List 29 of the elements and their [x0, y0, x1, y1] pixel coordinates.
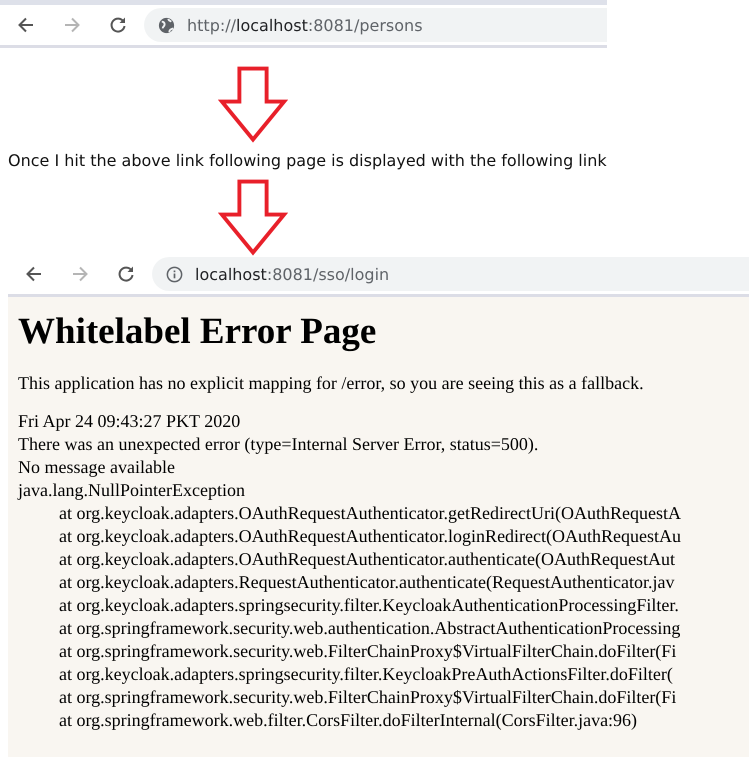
page-heading: Whitelabel Error Page: [18, 310, 378, 354]
down-arrow-icon: [218, 179, 288, 256]
stack-trace-line: at org.keycloak.adapters.OAuthRequestAuthenticator.loginRedirect(OAuthRequestAu: [59, 526, 682, 546]
error-line: No message available: [18, 457, 175, 477]
reload-icon[interactable]: [108, 15, 128, 35]
globe-icon: [157, 16, 176, 34]
back-icon[interactable]: [24, 264, 44, 284]
stack-trace-line: at org.springframework.security.web.FilterChainProxy$VirtualFilterChain.doFilter(Fi: [59, 641, 676, 661]
stack-trace-line: at org.springframework.web.filter.CorsFilter.doFilterInternal(CorsFilter.java:96): [59, 710, 638, 730]
reload-icon[interactable]: [116, 264, 136, 284]
stack-trace-line: at org.keycloak.adapters.OAuthRequestAuthenticator.getRedirectUri(OAuthRequestA: [59, 503, 681, 523]
stack-trace-line: at org.keycloak.adapters.OAuthRequestAuthenticator.authenticate(OAuthRequestAut: [59, 549, 675, 569]
address-bar[interactable]: http://localhost:8081/persons: [144, 8, 607, 42]
error-message: This application has no explicit mapping for /error, so you are seeing this as a fallback.: [18, 373, 645, 394]
address-bar[interactable]: localhost:8081/sso/login: [152, 257, 749, 291]
error-line: java.lang.NullPointerException: [18, 480, 245, 500]
info-icon: [165, 264, 184, 284]
down-arrow-icon: [218, 66, 288, 143]
url-text: localhost:8081/sso/login: [195, 264, 390, 284]
stack-trace-line: at org.keycloak.adapters.RequestAuthenticator.authenticate(RequestAuthenticator.jav: [59, 572, 674, 592]
caption-text: Once I hit the above link following page is displayed with the following link: [7, 150, 608, 171]
back-icon[interactable]: [16, 15, 36, 35]
stack-trace-line: at org.keycloak.adapters.springsecurity.filter.KeycloakAuthenticationProcessingFilter.: [59, 595, 679, 615]
error-line: There was an unexpected error (type=Internal Server Error, status=500).: [18, 434, 538, 454]
stack-trace-line: at org.springframework.security.web.authentication.AbstractAuthenticationProcessing: [59, 618, 680, 638]
url-text: http://localhost:8081/persons: [187, 16, 423, 34]
stack-trace-line: at org.keycloak.adapters.springsecurity.filter.KeycloakPreAuthActionsFilter.doFilter(: [59, 664, 673, 684]
error-line: Fri Apr 24 09:43:27 PKT 2020: [18, 411, 240, 431]
stack-trace-line: at org.springframework.security.web.FilterChainProxy$VirtualFilterChain.doFilter(Fi: [59, 687, 676, 707]
